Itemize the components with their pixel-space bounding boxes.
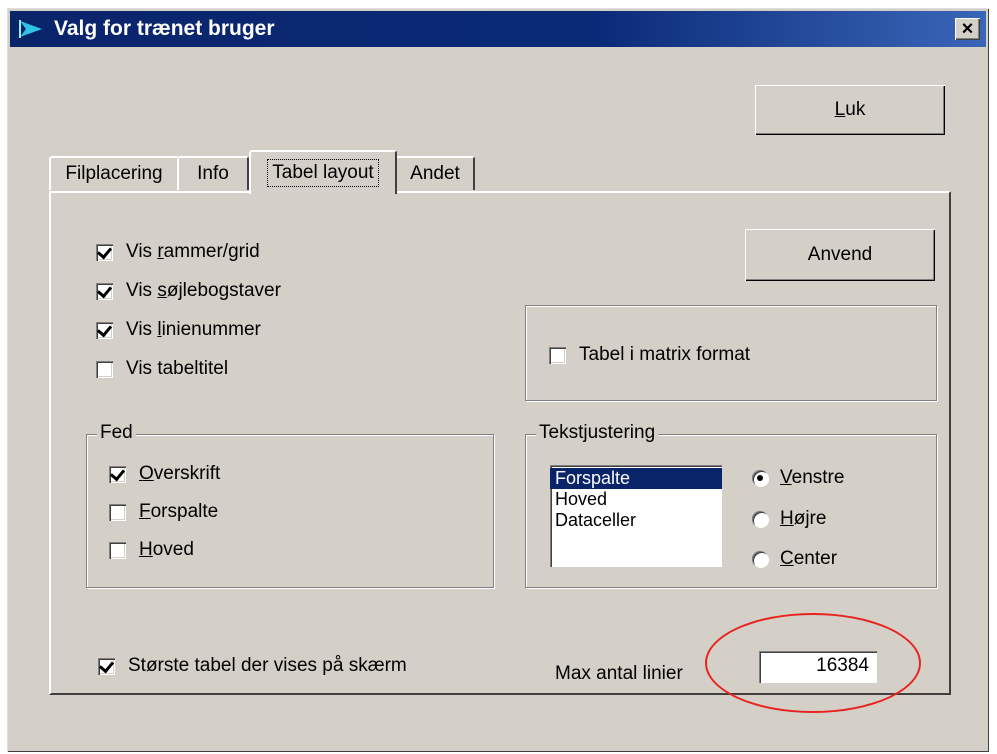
text-alignment-legend: Tekstjustering: [536, 422, 659, 444]
checkbox-label: Vis linienummer: [126, 319, 261, 340]
align-left-radio[interactable]: Venstre: [752, 467, 844, 489]
checkbox-box: [98, 657, 115, 675]
radio-circle: [752, 551, 768, 567]
highlight-ellipse: [705, 613, 921, 713]
radio-label: Center: [780, 548, 838, 569]
alignment-target-listbox[interactable]: Forspalte Hoved Dataceller: [550, 465, 722, 567]
checkbox-box: [109, 503, 126, 521]
list-item[interactable]: Dataceller: [550, 510, 722, 531]
checkbox-box: [96, 360, 113, 378]
checkbox-label: Vis rammer/grid: [126, 241, 260, 262]
bold-heading-checkbox[interactable]: Overskrift: [109, 463, 220, 485]
checkbox-label: Største tabel der vises på skærm: [128, 655, 407, 676]
apply-button[interactable]: Anvend: [745, 229, 935, 281]
checkbox-box: [109, 465, 126, 483]
checkbox-box: [96, 243, 113, 261]
checkbox-label: Overskrift: [139, 463, 221, 484]
largest-table-checkbox[interactable]: Største tabel der vises på skærm: [98, 655, 407, 677]
close-button[interactable]: Luk: [755, 85, 945, 135]
title-bar[interactable]: Valg for trænet bruger ×: [10, 11, 986, 47]
bold-stub-checkbox[interactable]: Forspalte: [109, 501, 218, 523]
tab-label: Info: [197, 163, 229, 184]
checkbox-box: [109, 541, 126, 559]
tab-andet[interactable]: Andet: [395, 156, 475, 190]
tab-label: Andet: [410, 163, 460, 184]
matrix-format-checkbox[interactable]: Tabel i matrix format: [549, 344, 750, 366]
show-grid-checkbox[interactable]: Vis rammer/grid: [96, 241, 260, 263]
checkbox-label: Vis søjlebogstaver: [126, 280, 281, 301]
radio-label: Venstre: [780, 467, 845, 488]
list-item[interactable]: Forspalte: [550, 468, 722, 489]
bold-group-legend: Fed: [97, 422, 136, 444]
show-column-letters-checkbox[interactable]: Vis søjlebogstaver: [96, 280, 281, 302]
matrix-frame: Tabel i matrix format: [525, 305, 937, 401]
checkbox-box: [96, 282, 113, 300]
text-alignment-group: Tekstjustering Forspalte Hoved Datacelle…: [525, 422, 937, 588]
show-line-numbers-checkbox[interactable]: Vis linienummer: [96, 319, 261, 341]
checkbox-label: Vis tabeltitel: [126, 358, 229, 379]
checkbox-label: Forspalte: [139, 501, 219, 522]
tab-filplacering[interactable]: Filplacering: [49, 156, 179, 190]
radio-circle: [752, 470, 768, 486]
radio-circle: [752, 511, 768, 527]
tab-tabel-layout[interactable]: Tabel layout: [249, 150, 397, 194]
list-item[interactable]: Hoved: [550, 489, 722, 510]
radio-label: Højre: [780, 508, 827, 529]
window-title: Valg for trænet bruger: [54, 17, 275, 40]
checkbox-box: [549, 346, 566, 364]
checkbox-label: Tabel i matrix format: [579, 344, 751, 365]
bold-group: Fed Overskrift Forspalte Hoved: [86, 422, 494, 588]
bold-header-checkbox[interactable]: Hoved: [109, 539, 194, 561]
align-center-radio[interactable]: Center: [752, 548, 837, 570]
tab-label: Tabel layout: [267, 159, 379, 187]
tab-info[interactable]: Info: [177, 156, 249, 190]
tab-label: Filplacering: [65, 163, 163, 184]
show-table-title-checkbox[interactable]: Vis tabeltitel: [96, 358, 228, 380]
close-window-button[interactable]: ×: [955, 18, 980, 40]
max-lines-label: Max antal linier: [555, 663, 683, 684]
flag-icon: [19, 20, 42, 38]
align-right-radio[interactable]: Højre: [752, 508, 826, 530]
checkbox-label: Hoved: [139, 539, 194, 560]
close-button-label: Luk: [834, 99, 866, 120]
checkbox-box: [96, 321, 113, 339]
